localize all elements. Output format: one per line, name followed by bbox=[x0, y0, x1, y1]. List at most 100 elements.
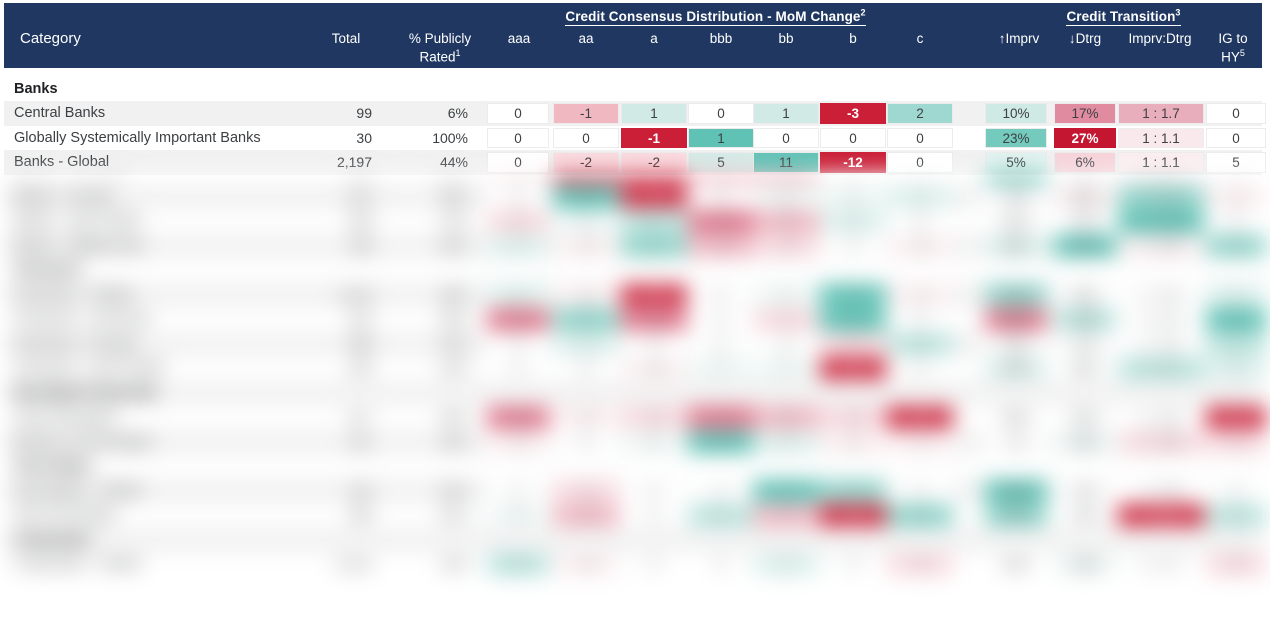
obscured-row-total: 388 bbox=[348, 335, 372, 352]
row-category: Globally Systemically Important Banks bbox=[14, 129, 261, 146]
obscured-cell: 20% bbox=[985, 554, 1047, 575]
cell-bbb: 5 bbox=[688, 152, 754, 173]
column-header-bb[interactable]: bb bbox=[753, 31, 819, 46]
column-header-aa[interactable]: aa bbox=[553, 31, 619, 46]
obscured-cell: 0 bbox=[621, 333, 687, 354]
obscured-row-category: Non-Bank Financials bbox=[14, 384, 158, 401]
cell-ig-to-hy: 5 bbox=[1206, 152, 1266, 173]
obscured-cell: 34% bbox=[985, 309, 1047, 330]
obscured-cell: -1 bbox=[887, 431, 953, 452]
obscured-table-row: Insurance - Global 1,204 39% 3 -3 -2 0 1 3 -1 37% 2… bbox=[4, 282, 1266, 307]
cell-imprv-dtrg: 1 : 1.1 bbox=[1118, 152, 1204, 173]
table-row[interactable]: Central Banks 99 6% 0 -1 1 0 1 -3 2 10% … bbox=[4, 101, 1266, 126]
obscured-cell: 0 bbox=[753, 333, 819, 354]
obscured-cell: 19% bbox=[985, 186, 1047, 207]
obscured-rows-container: Banks - Americas68452%-2-5-1-2-40030%25%… bbox=[0, 174, 1270, 637]
cell-aaa: 0 bbox=[487, 103, 549, 124]
obscured-cell: 2 bbox=[887, 186, 953, 207]
column-header-c[interactable]: c bbox=[887, 31, 953, 46]
obscured-row-pct-rated: 45% bbox=[439, 237, 468, 254]
column-header-category[interactable]: Category bbox=[20, 31, 280, 46]
obscured-row-category: Insurance - Europe bbox=[14, 335, 138, 352]
column-header-aaa[interactable]: aaa bbox=[488, 31, 550, 46]
obscured-cell: 1 : 1.0 bbox=[1118, 309, 1204, 330]
obscured-table-row: Insurance - Asia Pacific 295 22% 0 0 -3 1 2 -6 0 2… bbox=[4, 356, 1266, 381]
obscured-row-total: 684 bbox=[309, 174, 372, 185]
obscured-cell: 0 bbox=[887, 358, 953, 379]
cell-bb: 11 bbox=[753, 152, 819, 173]
cell-b: 0 bbox=[820, 127, 886, 148]
obscured-cell: 9 bbox=[1206, 235, 1266, 256]
obscured-table-row: Asset Managers 517 26% -8 -2 -3 -7 -9 -3 -5 29% 25%… bbox=[4, 405, 1266, 430]
obscured-row-category: Insurance bbox=[14, 262, 83, 278]
column-header-total[interactable]: Total bbox=[320, 31, 372, 46]
row-total: 30 bbox=[356, 129, 372, 146]
column-header-imprv-dtrg[interactable]: Imprv:Dtrg bbox=[1116, 31, 1204, 46]
obscured-cell: -2 bbox=[553, 407, 619, 428]
obscured-cell: -6 bbox=[688, 211, 754, 232]
cell-imprv: 5% bbox=[985, 152, 1047, 173]
obscured-cell: -2 bbox=[753, 235, 819, 256]
obscured-cell: 1 bbox=[820, 480, 886, 501]
obscured-cell: -3 bbox=[621, 358, 687, 379]
cell-a: 1 bbox=[621, 103, 687, 124]
obscured-cell: 7% bbox=[985, 431, 1047, 452]
cell-aa: -1 bbox=[553, 103, 619, 124]
cell-bbb: 0 bbox=[688, 103, 754, 124]
obscured-row-pct-rated: 39% bbox=[439, 286, 468, 303]
obscured-cell: -2 bbox=[688, 235, 754, 256]
obscured-row-category: Corporates bbox=[14, 531, 92, 548]
table-row[interactable]: Banks - Global 2,197 44% 0 -2 -2 5 11 -1… bbox=[4, 150, 1266, 175]
cell-dtrg: 17% bbox=[1054, 103, 1116, 124]
cell-ig-to-hy: 0 bbox=[1206, 127, 1266, 148]
obscured-cell: -7 bbox=[753, 505, 819, 526]
cell-bbb: 1 bbox=[688, 127, 754, 148]
obscured-row-category: Banks - Asia Pacific bbox=[14, 213, 142, 229]
column-header-pct-rated[interactable]: % Publicly Rated1 bbox=[388, 31, 492, 65]
row-total: 2,197 bbox=[336, 154, 372, 170]
obscured-cell: -2 bbox=[553, 480, 619, 501]
obscured-cell: 25% bbox=[985, 480, 1047, 501]
cell-c: 2 bbox=[887, 103, 953, 124]
obscured-cell: 1 : 2.8 bbox=[1118, 235, 1204, 256]
obscured-cell: -1 bbox=[1206, 431, 1266, 452]
obscured-cell: -5 bbox=[553, 174, 619, 183]
obscured-row-pct-rated: 31% bbox=[439, 213, 468, 229]
obscured-cell: 1 bbox=[753, 284, 819, 305]
obscured-cell: -1 bbox=[1206, 186, 1266, 207]
table-row[interactable]: Globally Systemically Important Banks 30… bbox=[4, 125, 1266, 150]
obscured-row-category: Insurance - Global bbox=[14, 286, 133, 303]
column-header-a[interactable]: a bbox=[621, 31, 687, 46]
column-header-bbb[interactable]: bbb bbox=[688, 31, 754, 46]
obscured-row-total: 164 bbox=[348, 482, 372, 499]
column-header-ig-to-hy[interactable]: IG to HY5 bbox=[1207, 31, 1259, 65]
obscured-cell: 0 bbox=[621, 554, 687, 575]
obscured-row-category: Banks - Middle East bbox=[14, 237, 143, 254]
obscured-cell: 3 bbox=[487, 284, 549, 305]
obscured-row-category: Asset Managers bbox=[14, 409, 119, 425]
obscured-table-row: Banks - Middle East 188 45% 1 -3 2 -2 -2 0 -3 36% 1… bbox=[4, 233, 1266, 258]
obscured-table-row: Insurance bbox=[4, 258, 1262, 283]
cell-imprv-dtrg: 1 : 1.1 bbox=[1118, 127, 1204, 148]
column-header-dtrg[interactable]: ↓Dtrg bbox=[1054, 31, 1116, 46]
obscured-cell: -2 bbox=[621, 284, 687, 305]
obscured-cell: -4 bbox=[753, 174, 819, 183]
column-header-b[interactable]: b bbox=[820, 31, 886, 46]
obscured-cell: 2 bbox=[753, 431, 819, 452]
obscured-cell: 1 : 2.1 bbox=[1118, 505, 1204, 526]
obscured-cell: 40% bbox=[985, 333, 1047, 354]
obscured-cell: 1 bbox=[1206, 284, 1266, 305]
obscured-cell: 1 : 2.0 bbox=[1118, 407, 1204, 428]
column-header-imprv[interactable]: ↑Imprv bbox=[985, 31, 1053, 46]
cell-imprv: 10% bbox=[985, 103, 1047, 124]
row-category: Central Banks bbox=[14, 105, 106, 121]
obscured-cell: 1 : 1.7 bbox=[1118, 174, 1204, 183]
obscured-cell: 2 bbox=[621, 211, 687, 232]
obscured-row-pct-rated: 51% bbox=[439, 335, 468, 352]
obscured-cell: 0 bbox=[688, 284, 754, 305]
cell-b: -12 bbox=[820, 152, 886, 173]
obscured-cell: 0 bbox=[487, 480, 549, 501]
obscured-cell: 11% bbox=[1054, 333, 1116, 354]
obscured-cell: -2 bbox=[820, 431, 886, 452]
obscured-cell: 1 : 2.3 bbox=[1118, 284, 1204, 305]
